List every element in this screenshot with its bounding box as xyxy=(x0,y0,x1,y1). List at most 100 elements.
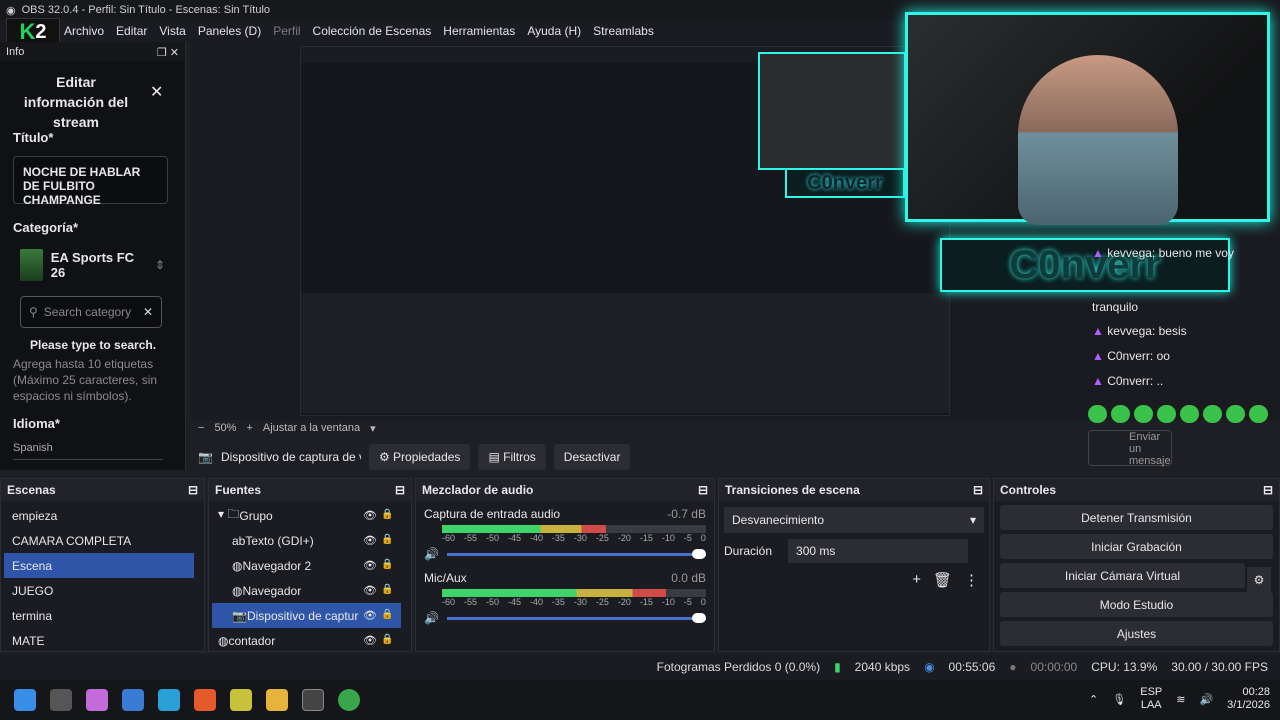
volume-slider[interactable] xyxy=(446,612,706,623)
volume-icon[interactable]: 🔊 xyxy=(424,547,439,561)
window-title: OBS 32.0.4 - Perfil: Sin Título - Escena… xyxy=(21,4,271,16)
visibility-icon[interactable]: 👁 xyxy=(363,609,377,622)
emote-bar[interactable] xyxy=(1088,405,1276,425)
meter-tick: -15 xyxy=(639,597,653,607)
menu-item[interactable]: Editar xyxy=(110,24,153,38)
float-icon[interactable]: ⊟ xyxy=(188,483,198,497)
float-icon[interactable]: ❐ xyxy=(157,47,167,59)
chat-text: besis xyxy=(1158,324,1187,338)
chevron-updown-icon: ⇕ xyxy=(154,258,165,272)
visibility-icon[interactable]: 👁 xyxy=(363,634,377,647)
fit-window-label[interactable]: Ajustar a la ventana xyxy=(263,422,360,434)
float-icon[interactable]: ⊟ xyxy=(1263,483,1273,497)
chat-user[interactable]: C0nverr: xyxy=(1107,374,1153,388)
scene-item[interactable]: CAMARA COMPLETA xyxy=(4,528,194,553)
visibility-icon[interactable]: 👁 xyxy=(363,584,377,597)
source-item[interactable]: 📷 Dispositivo de captur 👁 🔒 xyxy=(212,603,401,628)
obs-icon[interactable] xyxy=(302,689,324,711)
category-select[interactable]: EA Sports FC 26 ⇕ xyxy=(20,248,165,282)
brave-icon[interactable] xyxy=(194,689,216,711)
chat-user[interactable]: C0nverr: xyxy=(1107,349,1153,363)
menu-item[interactable]: Colección de Escenas xyxy=(307,24,438,38)
control-button[interactable]: Modo Estudio xyxy=(1000,592,1273,617)
title-input[interactable]: NOCHE DE HABLAR DE FULBITO CHAMPANGE xyxy=(13,156,168,207)
source-item[interactable]: ◍ contador 👁 🔒 xyxy=(212,628,401,653)
clear-icon[interactable]: ✕ xyxy=(143,305,153,319)
filters-button[interactable]: ▤ Filtros xyxy=(478,444,546,470)
chevron-up-icon[interactable]: ⌃ xyxy=(1089,693,1098,706)
meter-tick: -40 xyxy=(529,597,543,607)
lock-icon[interactable]: 🔒 xyxy=(381,584,393,596)
visibility-icon[interactable]: 👁 xyxy=(363,534,377,547)
menu-item[interactable]: Archivo xyxy=(58,24,110,38)
zoom-in-icon[interactable]: + xyxy=(246,422,252,434)
chat-user[interactable]: kevvega: xyxy=(1107,246,1155,260)
wifi-icon[interactable]: ≋ xyxy=(1176,693,1185,706)
menu-item[interactable]: Vista xyxy=(153,24,191,38)
scene-item[interactable]: empieza xyxy=(4,503,194,528)
visibility-icon[interactable]: 👁 xyxy=(363,559,377,572)
edge-icon[interactable] xyxy=(158,689,180,711)
control-button[interactable]: Ajustes xyxy=(1000,621,1273,646)
meter-tick: -20 xyxy=(617,533,631,543)
source-item[interactable]: ▾ 🗀 Grupo 👁 🔒 xyxy=(212,503,401,528)
mic-icon[interactable]: 🎙 xyxy=(1112,693,1126,706)
trash-icon[interactable]: 🗑 xyxy=(933,571,952,589)
float-icon[interactable]: ⊟ xyxy=(973,483,983,497)
volume-icon[interactable]: 🔊 xyxy=(424,611,439,625)
folder-icon[interactable] xyxy=(266,689,288,711)
menu-item[interactable]: Perfil xyxy=(267,24,306,38)
control-button[interactable]: Iniciar Grabación xyxy=(1000,534,1273,559)
scene-item[interactable]: termina xyxy=(4,603,194,628)
game-icon[interactable] xyxy=(230,689,252,711)
meter-tick: -25 xyxy=(595,533,609,543)
copilot-icon[interactable] xyxy=(86,689,108,711)
menu-item[interactable]: Herramientas xyxy=(437,24,521,38)
game-cover-image xyxy=(20,249,43,281)
mixer-channel: Mic/Aux 0.0 dB -60 -55 -50 -45 -40 -35 -30 -25 -20… xyxy=(416,565,714,629)
menu-item[interactable]: Ayuda (H) xyxy=(521,24,587,38)
lock-icon[interactable]: 🔒 xyxy=(381,559,393,571)
language-select[interactable]: Spanish xyxy=(13,442,163,460)
status-bar: Fotogramas Perdidos 0 (0.0%) ▮ 2040 kbps … xyxy=(0,654,1280,680)
visibility-icon[interactable]: 👁 xyxy=(363,509,377,522)
control-button[interactable]: Detener Transmisión xyxy=(1000,505,1273,530)
float-icon[interactable]: ⊟ xyxy=(698,483,708,497)
scene-item[interactable]: MATE xyxy=(4,628,194,653)
lock-icon[interactable]: 🔒 xyxy=(381,534,393,546)
add-icon[interactable]: + xyxy=(912,571,921,589)
more-icon[interactable]: ⋮ xyxy=(964,571,979,589)
zoom-out-icon[interactable]: − xyxy=(198,422,204,434)
taskview-icon[interactable] xyxy=(50,689,72,711)
close-icon[interactable]: ✕ xyxy=(150,82,163,102)
chevron-down-icon[interactable]: ▾ xyxy=(370,422,376,435)
scene-item[interactable]: JUEGO xyxy=(4,578,194,603)
gear-icon[interactable]: ⚙ xyxy=(1247,567,1271,592)
duration-input[interactable]: 300 ms xyxy=(788,539,969,563)
deactivate-button[interactable]: Desactivar xyxy=(553,444,631,470)
menu-item[interactable]: Streamlabs xyxy=(587,24,660,38)
volume-slider[interactable] xyxy=(446,548,706,559)
chat-user[interactable]: kevvega: xyxy=(1107,324,1155,338)
properties-button[interactable]: ⚙ Propiedades xyxy=(368,444,471,470)
start-icon[interactable] xyxy=(14,689,36,711)
store-icon[interactable] xyxy=(122,689,144,711)
control-button[interactable]: Iniciar Cámara Virtual xyxy=(1000,563,1245,588)
lang-code[interactable]: ESP xyxy=(1140,686,1162,698)
volume-icon[interactable]: 🔊 xyxy=(1199,693,1213,706)
clock-time[interactable]: 00:28 xyxy=(1242,686,1270,698)
menu-item[interactable]: Paneles (D) xyxy=(192,24,267,38)
scene-item[interactable]: Escena xyxy=(4,553,194,578)
lock-icon[interactable]: 🔒 xyxy=(381,634,393,646)
transition-select[interactable]: Desvanecimiento ▾ xyxy=(724,507,984,533)
source-item[interactable]: ◍ Navegador 2 👁 🔒 xyxy=(212,553,401,578)
source-item[interactable]: ◍ Navegador 👁 🔒 xyxy=(212,578,401,603)
source-item[interactable]: ab Texto (GDI+) 👁 🔒 xyxy=(212,528,401,553)
chrome-icon[interactable] xyxy=(338,689,360,711)
lock-icon[interactable]: 🔒 xyxy=(381,509,393,521)
category-search-input[interactable]: ⚲ Search category ✕ xyxy=(20,296,162,328)
chat-input[interactable]: Enviar un mensaje xyxy=(1088,430,1172,467)
float-icon[interactable]: ⊟ xyxy=(395,483,405,497)
close-icon[interactable]: ✕ xyxy=(170,47,179,59)
lock-icon[interactable]: 🔒 xyxy=(381,609,393,621)
